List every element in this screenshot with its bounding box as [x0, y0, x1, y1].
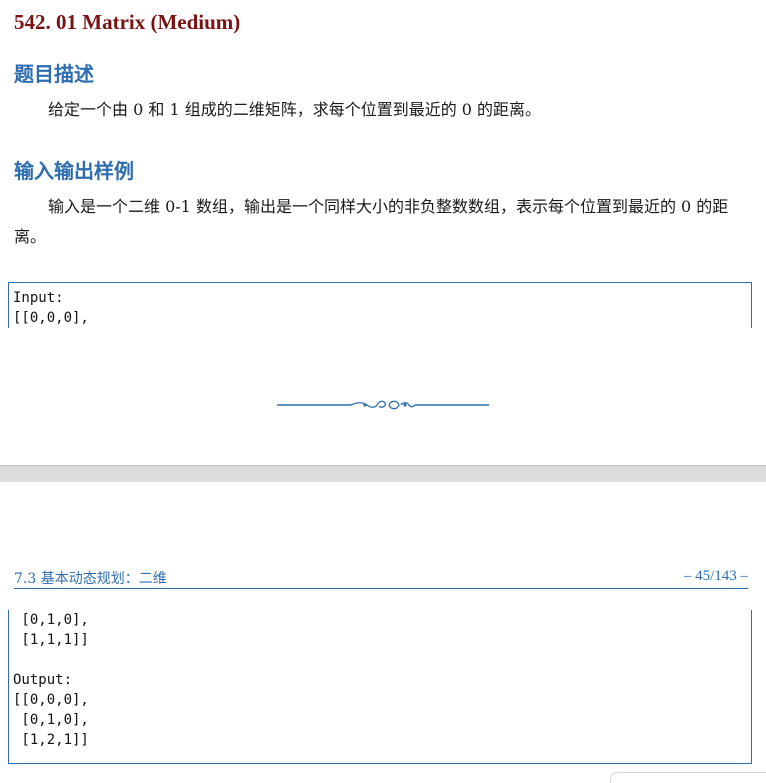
header-section-title: 7.3 基本动态规划：二维: [14, 571, 167, 587]
code-line: [[0,0,0],: [13, 692, 89, 708]
code-line: [0,1,0],: [13, 612, 89, 628]
page-corner-edge: [610, 772, 766, 783]
problem-title: 542. 01 Matrix (Medium): [14, 10, 241, 34]
pdf-page-top: 542. 01 Matrix (Medium) 题目描述 给定一个由 0 和 1…: [0, 0, 766, 465]
section-heading-description: 题目描述: [14, 62, 94, 86]
examples-paragraph: 输入是一个二维 0-1 数组，输出是一个同样大小的非负整数数组，表示每个位置到最…: [14, 197, 729, 246]
code-line: [0,1,0],: [13, 712, 89, 728]
code-lines: [0,1,0], [1,1,1]] Output: [[0,0,0], [0,1…: [13, 610, 89, 750]
code-line: [[0,0,0],: [13, 310, 89, 326]
page-break-ornament: [277, 400, 489, 410]
pdf-page-bottom: 7.3 基本动态规划：二维 – 45/143 – [0,1,0], [1,1,1…: [0, 482, 766, 783]
section-heading-examples: 输入输出样例: [14, 159, 134, 183]
code-line: [1,1,1]]: [13, 632, 89, 648]
code-block-continued: [0,1,0], [1,1,1]] Output: [[0,0,0], [0,1…: [8, 610, 752, 764]
page-separator: [0, 465, 766, 483]
code-lines: Input: [[0,0,0],: [13, 288, 89, 328]
description-paragraph: 给定一个由 0 和 1 组成的二维矩阵，求每个位置到最近的 0 的距离。: [48, 100, 542, 119]
running-header: 7.3 基本动态规划：二维 – 45/143 –: [14, 566, 748, 589]
code-line: Output:: [13, 672, 73, 688]
code-block-start: Input: [[0,0,0],: [8, 282, 752, 328]
code-line: [1,2,1]]: [13, 732, 89, 748]
header-page-number: – 45/143 –: [683, 568, 748, 584]
code-line: Input:: [13, 290, 64, 306]
